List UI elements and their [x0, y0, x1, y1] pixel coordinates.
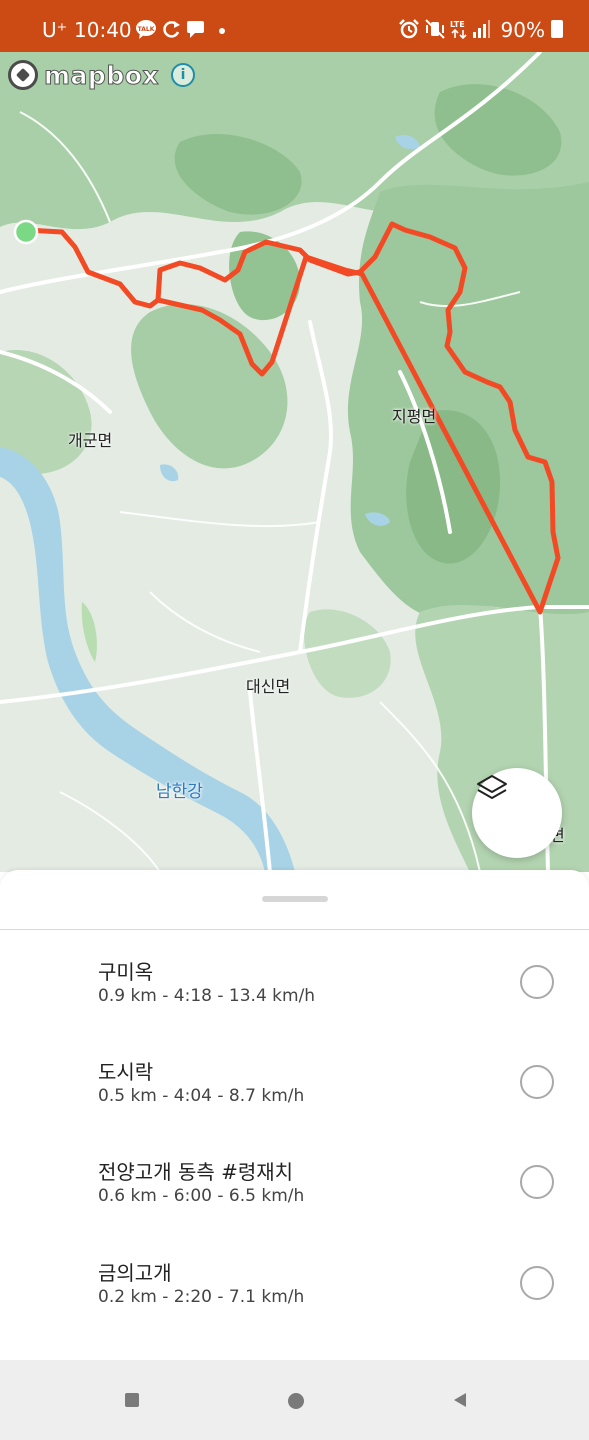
segment-radio[interactable] [520, 1065, 554, 1099]
segment-item[interactable]: 전양고개 동측 #령재치 0.6 km - 6:00 - 6.5 km/h [0, 1156, 589, 1256]
svg-text:TALK: TALK [138, 26, 155, 33]
place-label-gaegun: 개군면 [68, 431, 113, 450]
mapbox-logo-icon [8, 60, 38, 90]
battery-icon [551, 20, 563, 38]
segment-item[interactable]: 도시락 0.5 km - 4:04 - 8.7 km/h [0, 1056, 589, 1156]
mapbox-wordmark: mapbox [43, 60, 160, 90]
recent-apps-icon[interactable] [125, 1393, 139, 1407]
status-bar: U⁺ 10:40 TALK LTE 90% [0, 0, 589, 52]
lte-icon: LTE [450, 20, 467, 40]
segment-radio[interactable] [520, 1165, 554, 1199]
segment-name: 금의고개 [98, 1261, 172, 1285]
svg-text:LTE: LTE [450, 20, 465, 29]
sheet-drag-handle[interactable] [262, 896, 328, 902]
segment-stats: 0.5 km - 4:04 - 8.7 km/h [98, 1086, 305, 1106]
place-label-daesin: 대신면 [246, 677, 291, 696]
map-canvas[interactable] [0, 52, 589, 872]
segment-stats: 0.9 km - 4:18 - 13.4 km/h [98, 986, 316, 1006]
talk-icon: TALK [136, 20, 156, 39]
sync-icon [163, 21, 180, 38]
segments-sheet: 구미옥 0.9 km - 4:18 - 13.4 km/h 도시락 0.5 km… [0, 870, 589, 1360]
home-icon[interactable] [288, 1393, 304, 1409]
segment-radio[interactable] [520, 965, 554, 999]
system-nav-bar [0, 1360, 589, 1440]
start-marker [13, 219, 39, 245]
carrier-label: U⁺ [42, 18, 68, 42]
map-layers-button[interactable] [472, 768, 562, 858]
clock: 10:40 [74, 18, 132, 42]
segment-radio[interactable] [520, 1266, 554, 1300]
signal-icon [473, 20, 490, 38]
message-icon [187, 21, 204, 38]
dot-icon [219, 28, 225, 34]
mapbox-attribution[interactable]: mapbox i [8, 60, 196, 90]
vibrate-mute-icon [425, 19, 445, 39]
river-label-namhangang: 남한강 [156, 782, 203, 802]
alarm-icon [399, 19, 419, 39]
battery-percent: 90% [500, 18, 545, 42]
segment-stats: 0.6 km - 6:00 - 6.5 km/h [98, 1186, 305, 1206]
route-map[interactable]: 개군면 지평면 대신면 남한강 면 mapbox i [0, 52, 589, 872]
segment-name: 구미옥 [98, 960, 154, 984]
back-icon[interactable] [454, 1393, 466, 1407]
segment-item[interactable]: 금의고개 0.2 km - 2:20 - 7.1 km/h [0, 1257, 589, 1357]
segment-name: 전양고개 동측 #령재치 [98, 1160, 294, 1184]
sheet-divider [0, 929, 589, 930]
layers-icon [477, 775, 507, 799]
segment-stats: 0.2 km - 2:20 - 7.1 km/h [98, 1287, 305, 1307]
segment-item[interactable]: 구미옥 0.9 km - 4:18 - 13.4 km/h [0, 956, 589, 1056]
segment-name: 도시락 [98, 1060, 154, 1084]
info-icon[interactable]: i [171, 63, 196, 87]
place-label-jipyeong: 지평면 [392, 407, 437, 426]
